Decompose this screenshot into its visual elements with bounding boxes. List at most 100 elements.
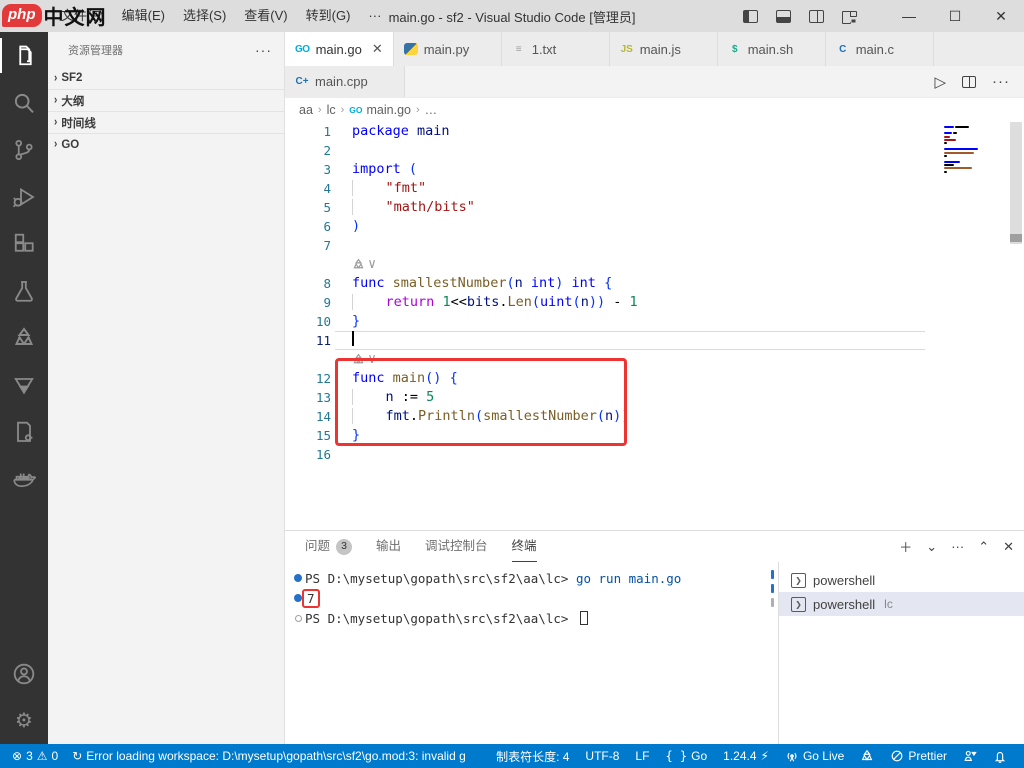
status-ai-assistant[interactable]	[853, 744, 881, 768]
explorer-icon[interactable]	[0, 32, 48, 79]
code-line[interactable]: 9 return 1<<bits.Len(uint(n)) - 1	[285, 293, 1024, 312]
panel-more-icon[interactable]: ···	[951, 539, 964, 554]
code-editor[interactable]: 1 package main 2 3 import (4 "fmt" 5 "math/bi…	[285, 122, 1024, 530]
status-language-mode[interactable]: { } Go	[658, 744, 714, 768]
menu-item-1[interactable]: 编辑(E)	[113, 0, 174, 32]
code-line[interactable]: 14 fmt.Println(smallestNumber(n))	[285, 407, 1024, 426]
status-encoding[interactable]: UTF-8	[578, 744, 626, 768]
sidebar-section-时间线[interactable]: › 时间线	[48, 111, 284, 133]
code-line[interactable]: 16	[285, 445, 1024, 464]
sidebar-section-sf2[interactable]: › SF2	[48, 67, 284, 89]
tab-close-icon[interactable]: ✕	[362, 41, 383, 57]
editor-more-actions-icon[interactable]: ···	[992, 73, 1010, 90]
toggle-sidebar-icon[interactable]	[743, 9, 758, 23]
code-line[interactable]: 3 import (	[285, 160, 1024, 179]
triangle-down-icon[interactable]	[0, 361, 48, 408]
panel-close-icon[interactable]: ✕	[1003, 539, 1014, 555]
search-icon[interactable]	[0, 79, 48, 126]
code-line[interactable]: 4 "fmt"	[285, 179, 1024, 198]
chevron-right-icon: ›	[54, 115, 58, 130]
run-file-icon[interactable]: ▷	[934, 73, 946, 91]
panel-tab-调试控制台[interactable]: 调试控制台	[425, 531, 488, 562]
accounts-icon[interactable]	[0, 650, 48, 697]
split-editor-icon[interactable]	[962, 75, 976, 88]
new-terminal-icon[interactable]: ＋	[899, 537, 912, 556]
extensions-icon[interactable]	[0, 220, 48, 267]
code-line[interactable]: 12 func main() {	[285, 369, 1024, 388]
code-line[interactable]: 6)	[285, 217, 1024, 236]
ai-codelens-icon[interactable]: ∨	[352, 350, 376, 369]
terminal-output[interactable]: PS D:\mysetup\gopath\src\sf2\aa\lc> go r…	[285, 562, 766, 744]
docker-icon[interactable]	[0, 455, 48, 502]
breadcrumb-item-0[interactable]: aa	[299, 103, 313, 117]
menu-item-5[interactable]: ···	[359, 0, 390, 32]
minimap[interactable]	[944, 126, 994, 174]
panel-maximize-icon[interactable]: ⌃	[978, 539, 989, 555]
sidebar-more-actions-icon[interactable]: ···	[255, 42, 272, 58]
ai-assistant-lingma-icon[interactable]	[0, 314, 48, 361]
workspace-error-status[interactable]: ↻ Error loading workspace: D:\mysetup\go…	[68, 744, 470, 768]
line-content	[352, 331, 354, 350]
editor-scrollbar[interactable]	[1010, 122, 1022, 244]
panel-tab-终端[interactable]: 终端	[511, 531, 537, 562]
terminal-dropdown-icon[interactable]: ⌄	[926, 539, 937, 555]
settings-gear-icon[interactable]: ⚙	[0, 697, 48, 744]
js-file-icon: JS	[620, 43, 633, 55]
minimize-button[interactable]: —	[886, 0, 932, 32]
panel-tab-问题[interactable]: 问题 3	[305, 531, 353, 562]
status-go-live[interactable]: Go Live	[778, 744, 851, 768]
problems-status[interactable]: ⊗ 3 ⚠ 0	[8, 744, 62, 768]
sidebar-section-go[interactable]: › GO	[48, 133, 284, 155]
code-line[interactable]: 1 package main	[285, 122, 1024, 141]
line-content: ∨	[352, 350, 376, 369]
code-line[interactable]: 8 func smallestNumber(n int) int {	[285, 274, 1024, 293]
command-decoration-icon[interactable]	[291, 614, 305, 622]
menu-item-2[interactable]: 选择(S)	[174, 0, 235, 32]
code-line[interactable]: 2	[285, 141, 1024, 160]
sidebar-section-大纲[interactable]: › 大纲	[48, 89, 284, 111]
menu-item-3[interactable]: 查看(V)	[235, 0, 296, 32]
code-line[interactable]: 15}	[285, 426, 1024, 445]
line-content: n := 5	[352, 388, 434, 407]
tab-main.sh[interactable]: $ main.sh	[717, 32, 826, 66]
run-debug-icon[interactable]	[0, 173, 48, 220]
status-prettier[interactable]: Prettier	[883, 744, 954, 768]
section-label: GO	[61, 138, 80, 151]
tab-main.py[interactable]: main.py	[393, 32, 502, 66]
menu-item-4[interactable]: 转到(G)	[297, 0, 360, 32]
close-button[interactable]: ✕	[978, 0, 1024, 32]
customize-layout-icon[interactable]	[842, 10, 858, 24]
code-line[interactable]: 13 n := 5	[285, 388, 1024, 407]
toggle-panel-icon[interactable]	[776, 9, 791, 23]
code-line[interactable]: 7	[285, 236, 1024, 255]
tab-label: main.js	[639, 41, 681, 57]
breadcrumb-item-3[interactable]: …	[425, 103, 438, 117]
status-feedback[interactable]	[956, 744, 984, 768]
maximize-button[interactable]: ☐	[932, 0, 978, 32]
command-decoration-icon[interactable]	[291, 574, 305, 582]
panel-tab-输出[interactable]: 输出	[376, 531, 401, 562]
ai-codelens-icon[interactable]: ∨	[352, 255, 376, 274]
code-line[interactable]: 11	[285, 331, 1024, 350]
status-tab-size[interactable]: 制表符长度: 4	[489, 744, 576, 768]
testing-flask-icon[interactable]	[0, 267, 48, 314]
tab-main.c[interactable]: Cmain.c	[825, 32, 934, 66]
tab-main.cpp[interactable]: C+ main.cpp	[285, 66, 405, 97]
breadcrumb-item-2[interactable]: GO main.go	[349, 103, 411, 117]
codelens-row[interactable]: ∨	[285, 350, 1024, 369]
tab-main.js[interactable]: JS main.js	[609, 32, 718, 66]
code-line[interactable]: 10}	[285, 312, 1024, 331]
code-line[interactable]: 5 "math/bits"	[285, 198, 1024, 217]
status-notifications[interactable]	[986, 744, 1014, 768]
tab-main.go[interactable]: GO main.go ✕	[285, 32, 394, 66]
source-control-icon[interactable]	[0, 126, 48, 173]
status-eol[interactable]: LF	[628, 744, 656, 768]
file-gear-icon[interactable]	[0, 408, 48, 455]
breadcrumb-item-1[interactable]: lc	[327, 103, 336, 117]
codelens-row[interactable]: ∨	[285, 255, 1024, 274]
terminal-instance-lc[interactable]: ❯ powershell lc	[779, 592, 1024, 616]
toggle-secondary-sidebar-icon[interactable]	[809, 9, 824, 23]
tab-1.txt[interactable]: ≡ 1.txt	[501, 32, 610, 66]
terminal-instance-powershell[interactable]: ❯ powershell	[779, 568, 1024, 592]
status-go-version[interactable]: 1.24.4 ⚡	[716, 744, 776, 768]
